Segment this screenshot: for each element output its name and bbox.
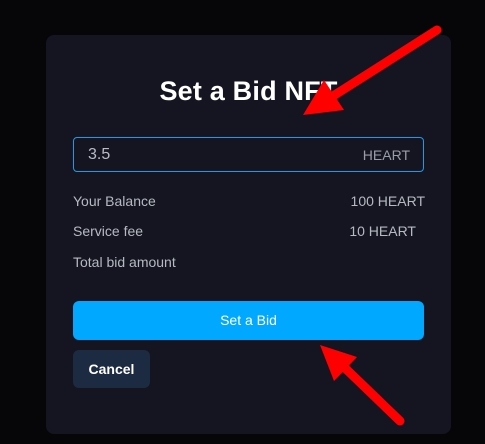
service-fee-value: 10 HEART [349,223,416,239]
total-bid-label: Total bid amount [73,254,176,270]
balance-label: Your Balance [73,193,156,209]
bid-amount-input[interactable]: 3.5 HEART [73,137,424,172]
set-bid-button[interactable]: Set a Bid [73,301,424,340]
bid-modal: Set a Bid NFT 3.5 HEART Your Balance 100… [46,35,451,434]
cancel-button[interactable]: Cancel [73,350,150,388]
bid-amount-value[interactable]: 3.5 [88,146,110,164]
modal-title: Set a Bid NFT [159,76,338,106]
total-bid-row: Total bid amount [73,254,425,272]
page-background: Set a Bid NFT 3.5 HEART Your Balance 100… [0,0,485,444]
service-fee-label: Service fee [73,223,144,239]
balance-row: Your Balance 100 HEART [73,193,425,211]
balance-value: 100 HEART [350,193,425,209]
bid-currency-unit: HEART [362,147,410,163]
service-fee-row: Service fee 10 HEART [73,223,416,241]
